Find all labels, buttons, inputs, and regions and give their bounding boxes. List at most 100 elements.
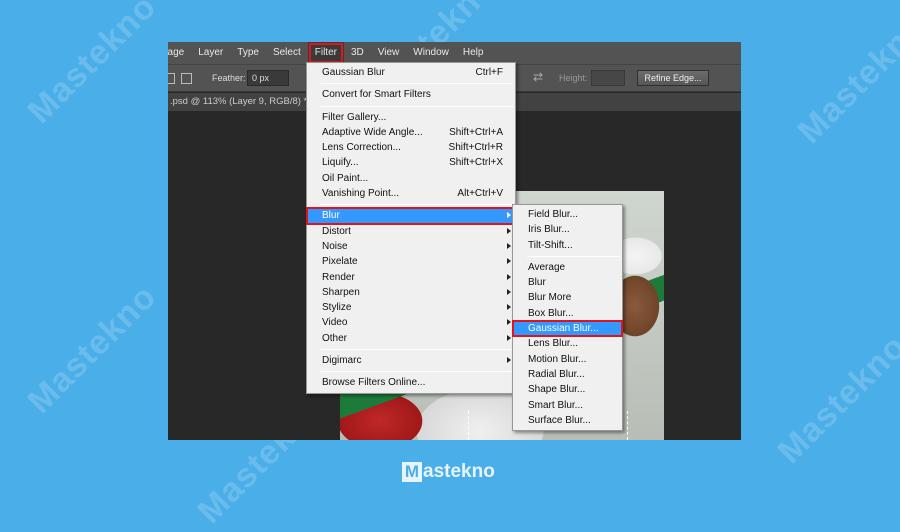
blur-submenu-item-surface-blur[interactable]: Surface Blur... bbox=[513, 413, 622, 428]
menu-item-label: Filter Gallery... bbox=[322, 111, 387, 123]
menu-item-label: Blur bbox=[528, 277, 546, 289]
blur-submenu-item-shape-blur[interactable]: Shape Blur... bbox=[513, 382, 622, 397]
menu-item-label: Other bbox=[322, 332, 348, 344]
menu-item-label: Surface Blur... bbox=[528, 414, 591, 426]
menu-item-shortcut: Shift+Ctrl+A bbox=[449, 126, 503, 138]
filter-menu: Gaussian Blur Ctrl+F Convert for Smart Fil… bbox=[306, 62, 516, 394]
filter-menu-item-gaussian-blur[interactable]: Gaussian Blur Ctrl+F bbox=[307, 65, 515, 80]
blur-submenu-item-smart-blur[interactable]: Smart Blur... bbox=[513, 398, 622, 413]
filter-menu-item-lens-correction[interactable]: Lens Correction... Shift+Ctrl+R bbox=[307, 140, 515, 155]
blur-submenu-item-tilt-shift[interactable]: Tilt-Shift... bbox=[513, 238, 622, 253]
filter-menu-item-sharpen[interactable]: Sharpen bbox=[307, 285, 515, 300]
filter-menu-item-render[interactable]: Render bbox=[307, 270, 515, 285]
menu-item-label: Browse Filters Online... bbox=[322, 377, 426, 389]
menu-item-label: Sharpen bbox=[322, 286, 360, 298]
menu-item-label: Render bbox=[322, 271, 355, 283]
watermark: Mastekno bbox=[20, 0, 164, 131]
menu-item-shortcut: Alt+Ctrl+V bbox=[457, 188, 503, 200]
filter-menu-item-vanishing-point[interactable]: Vanishing Point... Alt+Ctrl+V bbox=[307, 186, 515, 201]
menu-item-label: Motion Blur... bbox=[528, 353, 587, 365]
filter-menu-item-noise[interactable]: Noise bbox=[307, 239, 515, 254]
menu-3d[interactable]: 3D bbox=[344, 42, 371, 64]
filter-menu-item-liquify[interactable]: Liquify... Shift+Ctrl+X bbox=[307, 155, 515, 170]
filter-menu-item-digimarc[interactable]: Digimarc bbox=[307, 353, 515, 368]
filter-menu-item-stylize[interactable]: Stylize bbox=[307, 300, 515, 315]
menu-view[interactable]: View bbox=[371, 42, 407, 64]
filter-menu-item-video[interactable]: Video bbox=[307, 315, 515, 330]
filter-menu-item-other[interactable]: Other bbox=[307, 331, 515, 346]
blur-submenu-item-field-blur[interactable]: Field Blur... bbox=[513, 207, 622, 222]
submenu-arrow-icon bbox=[507, 258, 511, 265]
submenu-arrow-icon bbox=[507, 212, 511, 219]
menu-item-label: Lens Correction... bbox=[322, 142, 401, 154]
menu-separator bbox=[321, 371, 513, 373]
submenu-arrow-icon bbox=[507, 357, 511, 364]
menu-item-label: Field Blur... bbox=[528, 209, 579, 220]
blur-submenu-item-blur[interactable]: Blur bbox=[513, 275, 622, 290]
submenu-arrow-icon bbox=[507, 304, 511, 311]
menu-select[interactable]: Select bbox=[266, 42, 308, 64]
menu-item-label: Vanishing Point... bbox=[322, 188, 400, 200]
menu-layer[interactable]: Layer bbox=[191, 42, 230, 64]
blur-submenu-item-blur-more[interactable]: Blur More bbox=[513, 290, 622, 305]
swap-icon[interactable]: ⇄ bbox=[533, 70, 543, 84]
filter-menu-item-blur[interactable]: Blur bbox=[306, 207, 516, 225]
blur-submenu-item-iris-blur[interactable]: Iris Blur... bbox=[513, 222, 622, 237]
menu-help[interactable]: Help bbox=[456, 42, 491, 64]
menu-item-label: Oil Paint... bbox=[322, 172, 369, 184]
menu-item-label: Average bbox=[528, 261, 566, 273]
menu-item-label: Smart Blur... bbox=[528, 399, 584, 411]
filter-menu-item-adaptive-wide-angle[interactable]: Adaptive Wide Angle... Shift+Ctrl+A bbox=[307, 125, 515, 140]
submenu-arrow-icon bbox=[507, 242, 511, 249]
blur-submenu-item-radial-blur[interactable]: Radial Blur... bbox=[513, 367, 622, 382]
blur-submenu-item-gaussian-blur[interactable]: Gaussian Blur... bbox=[512, 320, 623, 338]
filter-menu-item-pixelate[interactable]: Pixelate bbox=[307, 254, 515, 269]
submenu-arrow-icon bbox=[507, 288, 511, 295]
menu-item-label: Gaussian Blur bbox=[322, 67, 385, 78]
feather-input[interactable]: 0 px bbox=[247, 70, 289, 86]
menu-item-label: Liquify... bbox=[322, 157, 359, 169]
menu-item-shortcut: Ctrl+F bbox=[475, 67, 504, 78]
blur-submenu-item-lens-blur[interactable]: Lens Blur... bbox=[513, 336, 622, 351]
menu-type[interactable]: Type bbox=[230, 42, 266, 64]
watermark: Mastekno bbox=[770, 327, 900, 471]
refine-edge-button[interactable]: Refine Edge... bbox=[637, 70, 709, 86]
menu-separator bbox=[321, 204, 513, 206]
feather-label: Feather: bbox=[212, 73, 246, 83]
filter-menu-item-filter-gallery[interactable]: Filter Gallery... bbox=[307, 110, 515, 125]
menu-item-shortcut: Shift+Ctrl+R bbox=[448, 142, 503, 154]
menu-item-label: Lens Blur... bbox=[528, 338, 579, 350]
filter-menu-item-convert-for-smart-filters[interactable]: Convert for Smart Filters bbox=[307, 87, 515, 102]
menu-item-label: Blur More bbox=[528, 292, 572, 304]
menu-separator bbox=[321, 105, 513, 107]
menu-item-label: Stylize bbox=[322, 302, 352, 314]
logo-mark: M bbox=[402, 462, 422, 482]
mastekno-logo: M astekno bbox=[402, 461, 495, 483]
filter-menu-item-browse-filters-online[interactable]: Browse Filters Online... bbox=[307, 375, 515, 390]
menu-separator bbox=[321, 349, 513, 351]
document-title: .psd @ 113% (Layer 9, RGB/8) * bbox=[170, 96, 308, 107]
filter-menu-item-oil-paint[interactable]: Oil Paint... bbox=[307, 171, 515, 186]
height-input[interactable] bbox=[591, 70, 625, 86]
blur-submenu: Field Blur... Iris Blur... Tilt-Shift... Av… bbox=[512, 204, 623, 432]
menu-bar: nage Layer Type Select Filter 3D View Wi… bbox=[168, 42, 741, 64]
watermark: Mastekno bbox=[790, 7, 900, 151]
menu-separator bbox=[527, 255, 620, 257]
menu-item-label: Convert for Smart Filters bbox=[322, 89, 431, 101]
selection-mode-icon[interactable] bbox=[168, 73, 175, 84]
menu-separator bbox=[321, 83, 513, 85]
menu-item-label: Noise bbox=[322, 240, 348, 252]
menu-item-shortcut: Shift+Ctrl+X bbox=[449, 157, 503, 169]
menu-image[interactable]: nage bbox=[168, 42, 191, 64]
blur-submenu-item-motion-blur[interactable]: Motion Blur... bbox=[513, 352, 622, 367]
menu-item-label: Blur bbox=[322, 210, 340, 222]
blur-submenu-item-box-blur[interactable]: Box Blur... bbox=[513, 306, 622, 321]
menu-filter[interactable]: Filter bbox=[307, 42, 344, 64]
filter-menu-item-distort[interactable]: Distort bbox=[307, 224, 515, 239]
menu-item-label: Shape Blur... bbox=[528, 384, 586, 396]
submenu-arrow-icon bbox=[507, 273, 511, 280]
intersect-selection-icon[interactable] bbox=[181, 73, 192, 84]
menu-window[interactable]: Window bbox=[406, 42, 456, 64]
blur-submenu-item-average[interactable]: Average bbox=[513, 260, 622, 275]
menu-item-label: Tilt-Shift... bbox=[528, 239, 573, 251]
